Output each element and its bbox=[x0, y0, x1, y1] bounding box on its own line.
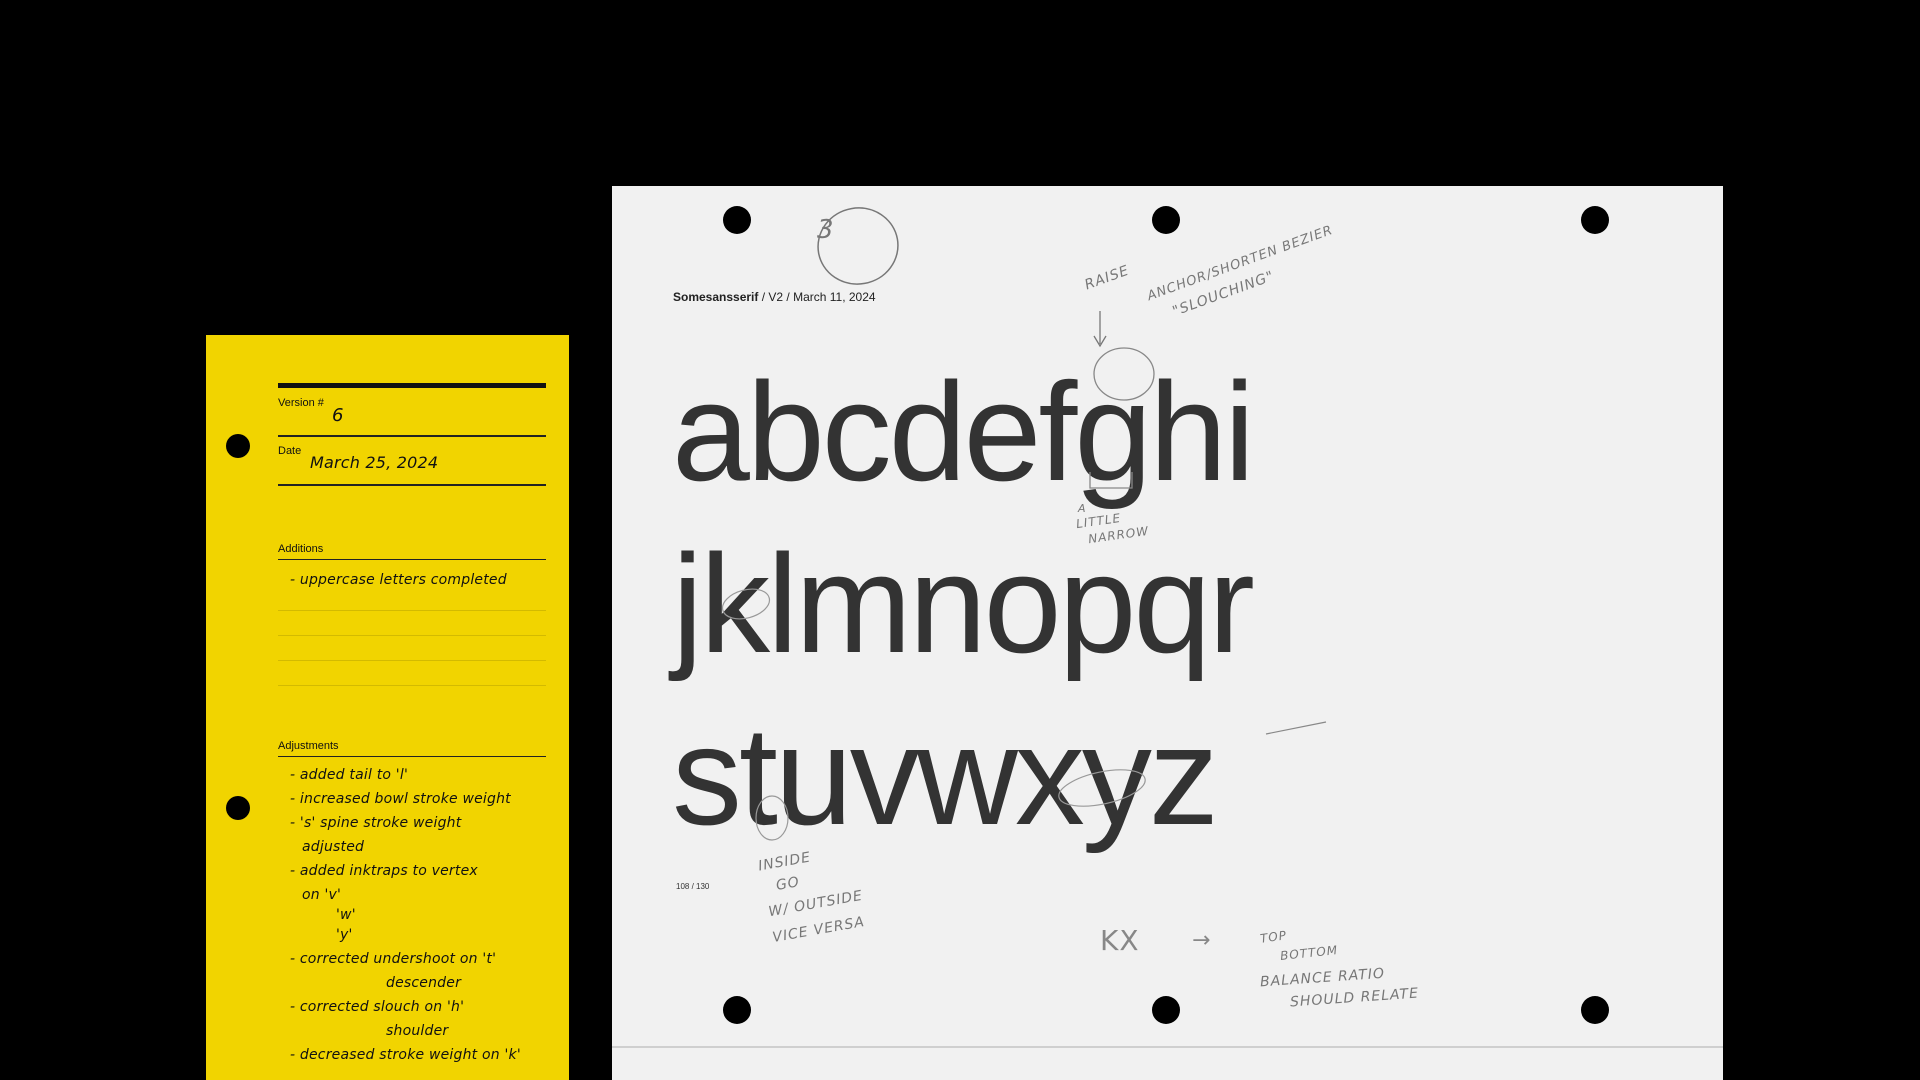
version-value: 6 bbox=[332, 405, 344, 426]
note-kx: KX bbox=[1100, 924, 1140, 957]
yellow-note-card: Version # 6 Date March 25, 2024 Addition… bbox=[206, 335, 569, 1080]
adjustments-label: Adjustments bbox=[278, 740, 339, 752]
card-top-bar bbox=[278, 383, 546, 388]
adjustment-line: 'y' bbox=[336, 927, 353, 943]
additions-label: Additions bbox=[278, 543, 324, 555]
adjustment-line: - increased bowl stroke weight bbox=[290, 791, 511, 807]
ruled-line bbox=[278, 635, 546, 636]
version-label: Version # bbox=[278, 397, 324, 409]
adjustment-line: - added inktraps to vertex bbox=[290, 863, 478, 879]
divider bbox=[278, 484, 546, 486]
note-narrow-a: A bbox=[1078, 502, 1087, 515]
adjustment-line: adjusted bbox=[302, 839, 365, 855]
circled-number: 3 bbox=[817, 215, 835, 245]
date-value: March 25, 2024 bbox=[310, 453, 439, 472]
ruled-line bbox=[278, 685, 546, 686]
ruled-line bbox=[278, 610, 546, 611]
adjustment-line: - decreased stroke weight on 'k' bbox=[290, 1047, 521, 1063]
note-arrow: → bbox=[1192, 928, 1212, 953]
adjustment-line: - 's' spine stroke weight bbox=[290, 815, 462, 831]
divider bbox=[278, 756, 546, 757]
adjustment-line: - corrected undershoot on 't' bbox=[290, 951, 497, 967]
adjustment-line: 'w' bbox=[336, 907, 356, 923]
divider bbox=[278, 559, 546, 560]
punch-hole bbox=[226, 434, 250, 458]
punch-hole bbox=[226, 796, 250, 820]
adjustment-line: - added tail to 'l' bbox=[290, 767, 408, 783]
specimen-sheet: Somesansserif / V2 / March 11, 2024 abcd… bbox=[612, 186, 1723, 1080]
adjustment-line: descender bbox=[386, 975, 462, 991]
ruled-line bbox=[278, 660, 546, 661]
adjustment-line: shoulder bbox=[386, 1023, 449, 1039]
pencil-markup bbox=[721, 207, 1327, 841]
date-label: Date bbox=[278, 445, 302, 457]
additions-item: - uppercase letters completed bbox=[290, 572, 507, 588]
adjustment-line: - corrected slouch on 'h' bbox=[290, 999, 465, 1015]
divider bbox=[278, 435, 546, 437]
adjustment-line: on 'v' bbox=[302, 887, 342, 903]
